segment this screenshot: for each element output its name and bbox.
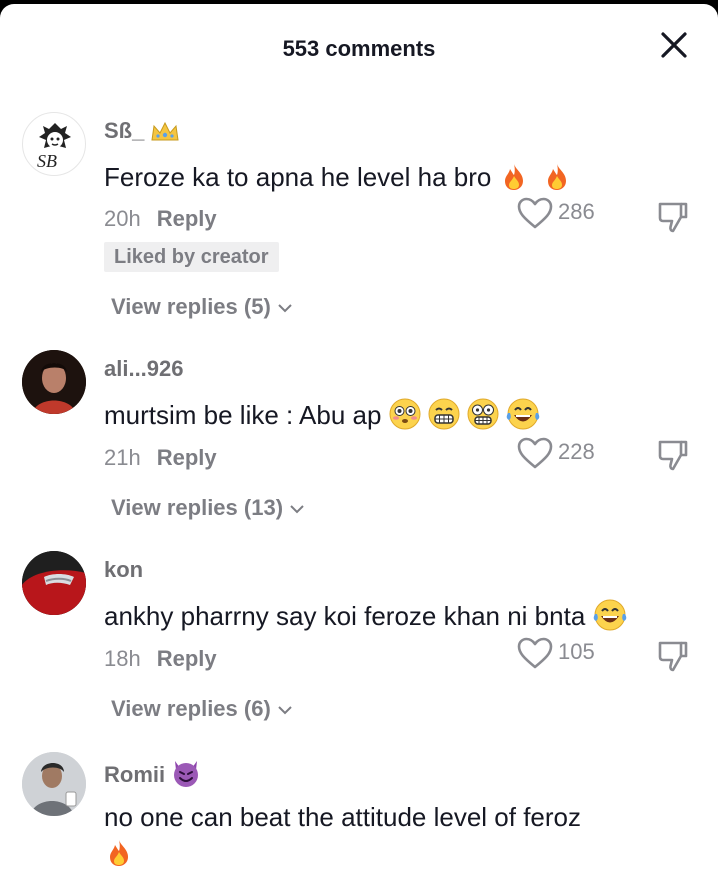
comment-meta: 20h Reply bbox=[104, 206, 217, 232]
like-count: 286 bbox=[558, 199, 595, 224]
like-count: 228 bbox=[558, 439, 595, 464]
comment-text: no one can beat the attitude level of fe… bbox=[104, 800, 684, 870]
close-icon[interactable] bbox=[658, 29, 690, 61]
chevron-down-icon bbox=[278, 304, 292, 313]
chevron-down-icon bbox=[290, 505, 304, 514]
heart-icon bbox=[517, 437, 553, 469]
heart-icon bbox=[517, 637, 553, 669]
heart-icon bbox=[517, 197, 553, 229]
like-button[interactable]: 105 bbox=[516, 636, 626, 670]
user-photo-icon bbox=[22, 350, 86, 414]
car-photo-icon bbox=[22, 551, 86, 615]
comment-username[interactable]: Romii bbox=[104, 758, 201, 788]
comment-meta: 18h Reply bbox=[104, 646, 217, 672]
flushed-face-emoji-icon bbox=[389, 398, 421, 430]
user-photo-icon bbox=[22, 752, 86, 816]
dislike-icon[interactable] bbox=[656, 438, 690, 472]
avatar[interactable] bbox=[22, 551, 86, 615]
comment-text: Feroze ka to apna he level ha bro bbox=[104, 160, 704, 194]
comment-username[interactable]: ali...926 bbox=[104, 356, 184, 382]
comment-time: 21h bbox=[104, 445, 141, 470]
fire-emoji-icon bbox=[504, 164, 523, 190]
lion-logo-icon: SB bbox=[37, 123, 71, 171]
comments-count-title: 553 comments bbox=[282, 36, 436, 61]
svg-text:SB: SB bbox=[37, 151, 57, 171]
crown-emoji-icon bbox=[151, 121, 180, 141]
smiling-devil-emoji-icon bbox=[174, 761, 199, 787]
tears-of-joy-emoji-icon bbox=[593, 599, 626, 631]
fire-emoji-icon bbox=[547, 164, 566, 190]
avatar[interactable] bbox=[22, 350, 86, 414]
like-button[interactable]: 228 bbox=[516, 436, 626, 470]
tears-of-joy-emoji-icon bbox=[507, 398, 540, 430]
view-replies-button[interactable]: View replies (13) bbox=[111, 495, 305, 521]
dislike-icon[interactable] bbox=[656, 200, 690, 234]
comments-sheet: 553 comments SB Sß_ Feroze ka to apna he… bbox=[0, 4, 718, 871]
comment-username[interactable]: kon bbox=[104, 557, 143, 583]
avatar[interactable] bbox=[22, 752, 86, 816]
chevron-down-icon bbox=[278, 706, 292, 715]
comments-header: 553 comments bbox=[0, 4, 718, 92]
like-button[interactable]: 286 bbox=[516, 196, 626, 230]
reply-button[interactable]: Reply bbox=[157, 206, 217, 231]
comment-text: murtsim be like : Abu ap bbox=[104, 398, 704, 432]
dislike-icon[interactable] bbox=[656, 639, 690, 673]
reply-button[interactable]: Reply bbox=[157, 445, 217, 470]
reply-button[interactable]: Reply bbox=[157, 646, 217, 671]
liked-by-creator-badge: Liked by creator bbox=[104, 242, 279, 272]
avatar[interactable]: SB bbox=[22, 112, 86, 176]
grimacing-face-emoji-icon bbox=[428, 398, 460, 430]
comment-time: 20h bbox=[104, 206, 141, 231]
zany-face-emoji-icon bbox=[467, 398, 499, 430]
view-replies-button[interactable]: View replies (6) bbox=[111, 696, 293, 722]
like-count: 105 bbox=[558, 639, 595, 664]
comment-text: ankhy pharrny say koi feroze khan ni bnt… bbox=[104, 599, 714, 633]
comment-username[interactable]: Sß_ bbox=[104, 118, 180, 144]
fire-emoji-icon bbox=[110, 840, 128, 866]
comment-meta: 21h Reply bbox=[104, 445, 217, 471]
view-replies-button[interactable]: View replies (5) bbox=[111, 294, 293, 320]
comment-time: 18h bbox=[104, 646, 141, 671]
